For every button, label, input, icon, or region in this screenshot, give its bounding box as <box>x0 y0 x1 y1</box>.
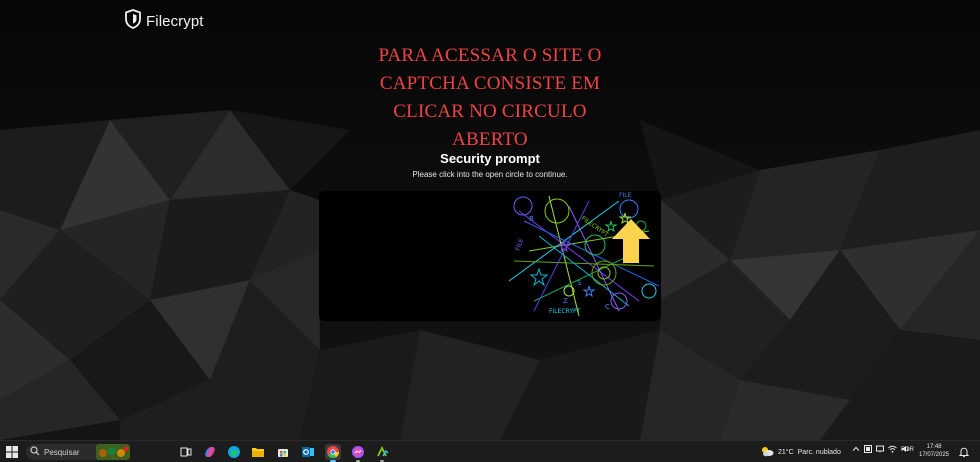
windows-start-icon[interactable] <box>6 446 18 458</box>
captcha-image[interactable]: FILECRYPT FILE FILECRYPT FILE S Z C R <box>319 191 661 321</box>
outlook-icon[interactable] <box>300 444 316 460</box>
tray-app-icon[interactable] <box>864 445 872 455</box>
svg-text:FILE: FILE <box>619 192 632 199</box>
shield-icon <box>124 9 142 34</box>
task-view-icon[interactable] <box>178 444 194 460</box>
edge-icon[interactable] <box>226 444 242 460</box>
search-placeholder: Pesquisar <box>44 447 80 457</box>
instruction-line: CAPTCHA CONSISTE EM <box>379 73 601 94</box>
app-icon[interactable] <box>374 444 390 462</box>
taskbar: Pesquisar 21°C Parc. nublado POR 17:48 1… <box>0 440 980 462</box>
store-icon[interactable] <box>275 444 291 460</box>
arrow-up-icon <box>612 219 650 263</box>
instruction-line: CLICAR NO CIRCULO <box>393 101 587 122</box>
copilot-icon[interactable] <box>202 444 218 460</box>
weather-widget[interactable]: 21°C Parc. nublado <box>760 444 841 460</box>
prompt-title: Security prompt <box>440 151 540 166</box>
prompt-subtitle: Please click into the open circle to con… <box>412 170 568 179</box>
svg-text:FILE: FILE <box>514 237 525 251</box>
weather-condition: Parc. nublado <box>797 448 841 456</box>
clock-time: 17:48 <box>926 444 942 450</box>
weather-temperature: 21°C <box>778 448 794 456</box>
svg-text:S: S <box>577 279 582 287</box>
instruction-line: PARA ACESSAR O SITE O <box>378 45 602 66</box>
taskbar-search-box[interactable]: Pesquisar <box>26 444 130 460</box>
captcha-circles-image[interactable]: FILECRYPT FILE FILECRYPT FILE S Z C R <box>319 191 661 321</box>
file-explorer-icon[interactable] <box>250 444 266 460</box>
filecrypt-logo[interactable]: Filecrypt <box>124 9 204 34</box>
tray-monitor-icon[interactable] <box>876 445 884 455</box>
wifi-icon[interactable] <box>888 445 897 455</box>
notification-bell-icon[interactable] <box>958 446 970 458</box>
instruction-line: ABERTO <box>452 129 528 150</box>
taskbar-clock[interactable]: 17:48 17/07/2025 <box>917 443 951 459</box>
captcha-instruction-overlay: PARA ACESSAR O SITE O CAPTCHA CONSISTE E… <box>290 42 690 154</box>
messenger-icon[interactable] <box>350 444 366 462</box>
clock-date: 17/07/2025 <box>918 452 950 458</box>
search-icon <box>30 446 40 458</box>
brand-name: Filecrypt <box>146 13 204 30</box>
partly-cloudy-icon <box>760 445 774 459</box>
chevron-up-icon[interactable] <box>852 445 860 455</box>
search-highlight-image <box>96 444 130 460</box>
input-language[interactable]: POR <box>901 447 914 453</box>
chrome-icon[interactable] <box>325 444 341 462</box>
svg-text:R: R <box>529 215 534 223</box>
svg-text:Z: Z <box>563 297 568 305</box>
svg-text:FILECRYPT: FILECRYPT <box>549 308 581 315</box>
svg-text:C: C <box>605 303 610 311</box>
